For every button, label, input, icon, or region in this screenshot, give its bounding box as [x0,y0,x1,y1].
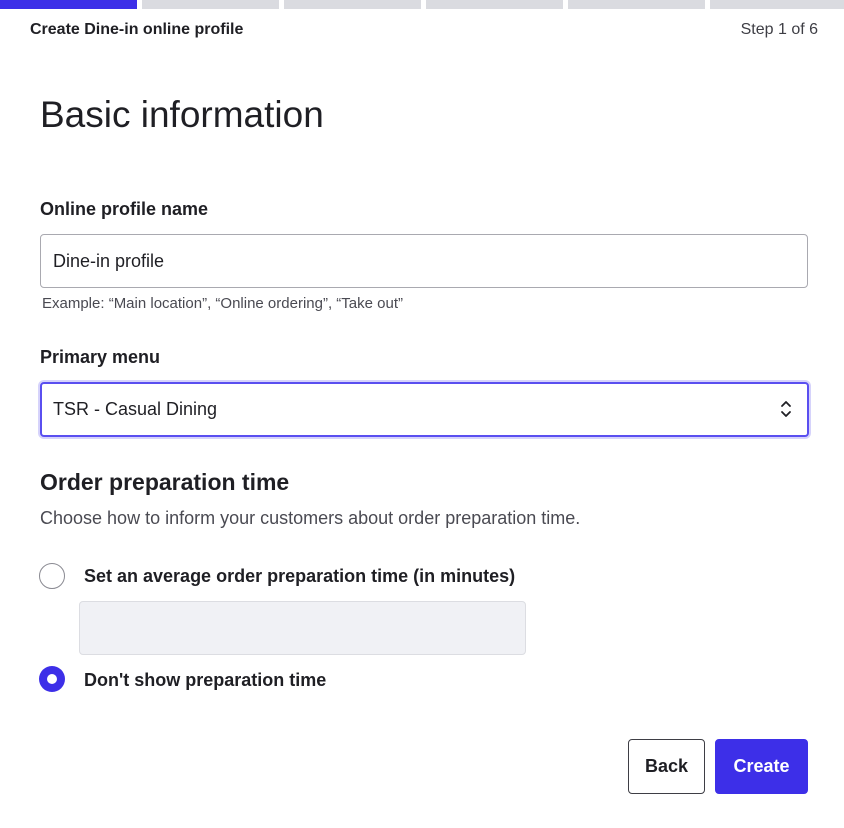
page-heading: Basic information [40,94,324,135]
dialog-title: Create Dine-in online profile [30,21,244,38]
create-button[interactable]: Create [715,739,808,794]
profile-name-helper: Example: “Main location”, “Online orderi… [42,295,403,312]
chevron-up-down-icon [781,401,791,417]
radio-average-prep-time-label[interactable]: Set an average order preparation time (i… [84,566,515,587]
progress-segment-3 [284,0,421,9]
progress-segment-1 [0,0,137,9]
dialog: Create Dine-in online profile Step 1 of … [0,0,844,828]
progress-segment-5 [568,0,705,9]
radio-selected-dot [47,674,57,684]
profile-name-label: Online profile name [40,199,209,219]
radio-hide-prep-time-label[interactable]: Don't show preparation time [84,670,326,691]
radio-hide-prep-time[interactable] [39,666,65,692]
progress-segment-4 [426,0,563,9]
step-progress-bar [0,0,844,9]
primary-menu-value: TSR - Casual Dining [53,399,218,419]
prep-minutes-input[interactable] [79,601,526,655]
prep-time-description: Choose how to inform your customers abou… [40,508,581,528]
primary-menu-label: Primary menu [40,347,161,367]
progress-segment-6 [710,0,844,9]
radio-average-prep-time[interactable] [39,563,65,589]
primary-menu-select[interactable]: TSR - Casual Dining [40,382,809,437]
prep-time-title: Order preparation time [40,469,290,495]
progress-segment-2 [142,0,279,9]
step-indicator: Step 1 of 6 [740,21,818,38]
profile-name-input[interactable] [40,234,808,288]
back-button[interactable]: Back [628,739,705,794]
